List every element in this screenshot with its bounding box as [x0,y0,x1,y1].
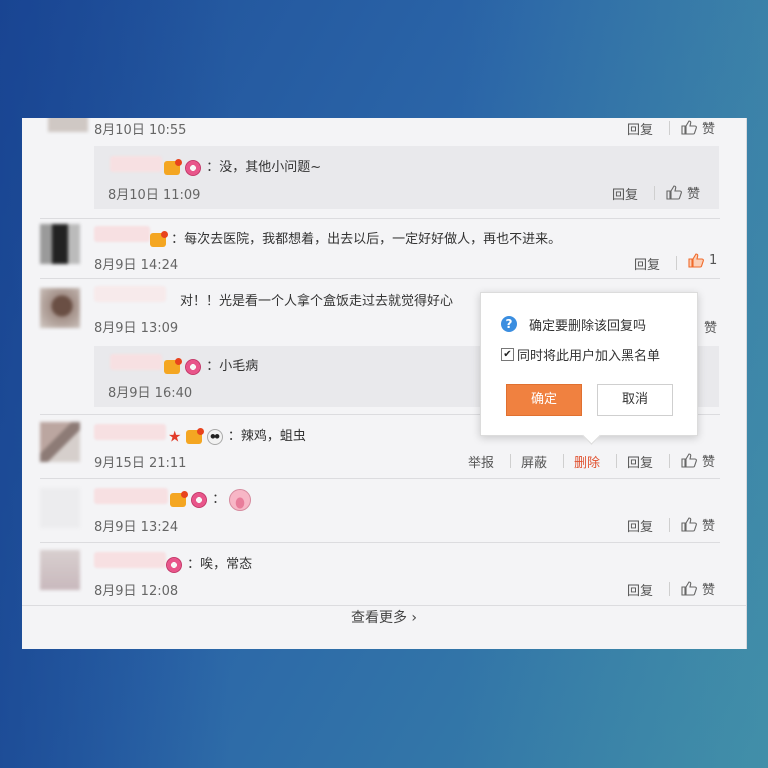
reply-button[interactable]: 回复 [634,254,660,273]
thumbs-up-icon [681,453,697,468]
comment-time: 8月9日 13:24 [94,520,179,535]
delete-button[interactable]: 删除 [574,452,600,471]
avatar[interactable] [40,224,80,264]
vip-badge-icon [185,427,204,444]
comment-time: 8月9日 12:08 [94,584,179,599]
divider [616,454,617,468]
comment-divider [40,542,720,543]
vip-badge-icon [164,357,182,374]
donut-badge-icon [166,556,182,573]
comment-text: 对！！光是看一个人拿个盒饭走过去就觉得好心 [180,294,454,309]
username[interactable] [94,552,166,568]
username[interactable] [94,286,166,302]
username[interactable] [110,354,162,370]
thumbs-up-icon [681,517,697,532]
like-button[interactable]: 赞 [681,118,715,137]
comment-time: 9月15日 21:11 [94,456,187,471]
thumbs-up-icon [666,185,682,200]
reply-button[interactable]: 回复 [627,580,653,599]
like-label: 赞 [702,122,716,137]
cancel-button[interactable]: 取消 [597,384,673,416]
comment-text: ★ ：辣鸡，蛆虫 [168,425,306,446]
username[interactable] [94,226,150,242]
like-count: 1 [709,253,718,268]
comment-divider [40,478,720,479]
blacklist-checkbox-row[interactable]: ✔ 同时将此用户加入黑名单 [501,345,660,364]
comment-divider [40,278,720,279]
avatar[interactable] [40,422,80,462]
like-label: 赞 [702,583,716,598]
username[interactable] [94,488,168,504]
divider [563,454,564,468]
question-icon: ? [501,316,517,332]
divider [676,256,677,270]
vip-badge-icon [164,158,182,175]
vip-badge-icon [170,490,188,507]
comment-body: ：小毛病 [206,359,259,374]
thumbs-up-active-icon [688,253,704,268]
thumbs-up-icon [681,120,697,135]
star-badge-icon: ★ [168,427,182,446]
comment-text: ：没，其他小问题~ [164,156,321,176]
avatar[interactable] [40,550,80,590]
thumbs-up-icon [681,581,697,596]
panda-badge-icon [206,428,223,445]
donut-badge-icon [185,159,202,176]
avatar[interactable] [40,488,80,528]
divider [654,186,655,200]
like-label: 赞 [687,187,701,202]
divider [669,582,670,596]
comment-body: ： [212,492,226,507]
like-button[interactable]: 赞 [681,451,715,470]
like-label: 赞 [702,519,716,534]
block-button[interactable]: 屏蔽 [521,452,547,471]
comment-text: ： [170,488,252,511]
comment-text: ：每次去医院，我都想着，出去以后，一定好好做人，再也不进来。 [150,228,561,247]
avatar[interactable] [48,118,88,132]
blacklist-checkbox-label: 同时将此用户加入黑名单 [517,349,661,364]
comment-text: ：唉，常态 [166,553,252,573]
comment-divider [40,218,720,219]
reply-button[interactable]: 回复 [627,452,653,471]
donut-badge-icon [185,358,202,375]
username[interactable] [110,156,162,172]
comment-time: 8月9日 13:09 [94,321,179,336]
comment-time: 8月10日 10:55 [94,123,187,138]
like-button[interactable]: 赞 [681,515,715,534]
divider [669,121,670,135]
reply-button[interactable]: 回复 [627,119,653,138]
comment-time: 8月9日 14:24 [94,258,179,273]
confirm-button[interactable]: 确定 [506,384,582,416]
comment-body: ：辣鸡，蛆虫 [227,429,306,444]
comment-divider [22,605,746,606]
like-label-partial[interactable]: 赞 [704,317,717,336]
load-more-link[interactable]: 查看更多 › [22,607,746,627]
blacklist-checkbox[interactable]: ✔ [501,348,514,361]
reply-button[interactable]: 回复 [612,184,638,203]
donut-badge-icon [191,491,208,508]
vip-badge-icon [150,230,168,247]
reply-button[interactable]: 回复 [627,516,653,535]
divider [510,454,511,468]
delete-confirm-popup: ? 确定要删除该回复吗 ✔ 同时将此用户加入黑名单 确定 取消 [480,292,698,436]
like-button[interactable]: 赞 [666,183,700,202]
like-label: 赞 [702,455,716,470]
comment-body: ：每次去医院，我都想着，出去以后，一定好好做人，再也不进来。 [171,232,562,247]
popup-question: 确定要删除该回复吗 [529,319,647,334]
like-button[interactable]: 1 [688,253,717,268]
comment-time: 8月9日 16:40 [108,386,193,401]
comment-body: ：没，其他小问题~ [206,160,322,175]
pig-emoji-icon [229,488,252,511]
comment-body: ：唉，常态 [187,557,253,572]
comment-time: 8月10日 11:09 [108,188,201,203]
divider [669,518,670,532]
comment-text: ：小毛病 [164,355,258,375]
divider [669,454,670,468]
avatar[interactable] [40,288,80,328]
report-button[interactable]: 举报 [468,452,494,471]
username[interactable] [94,424,166,440]
like-button[interactable]: 赞 [681,579,715,598]
